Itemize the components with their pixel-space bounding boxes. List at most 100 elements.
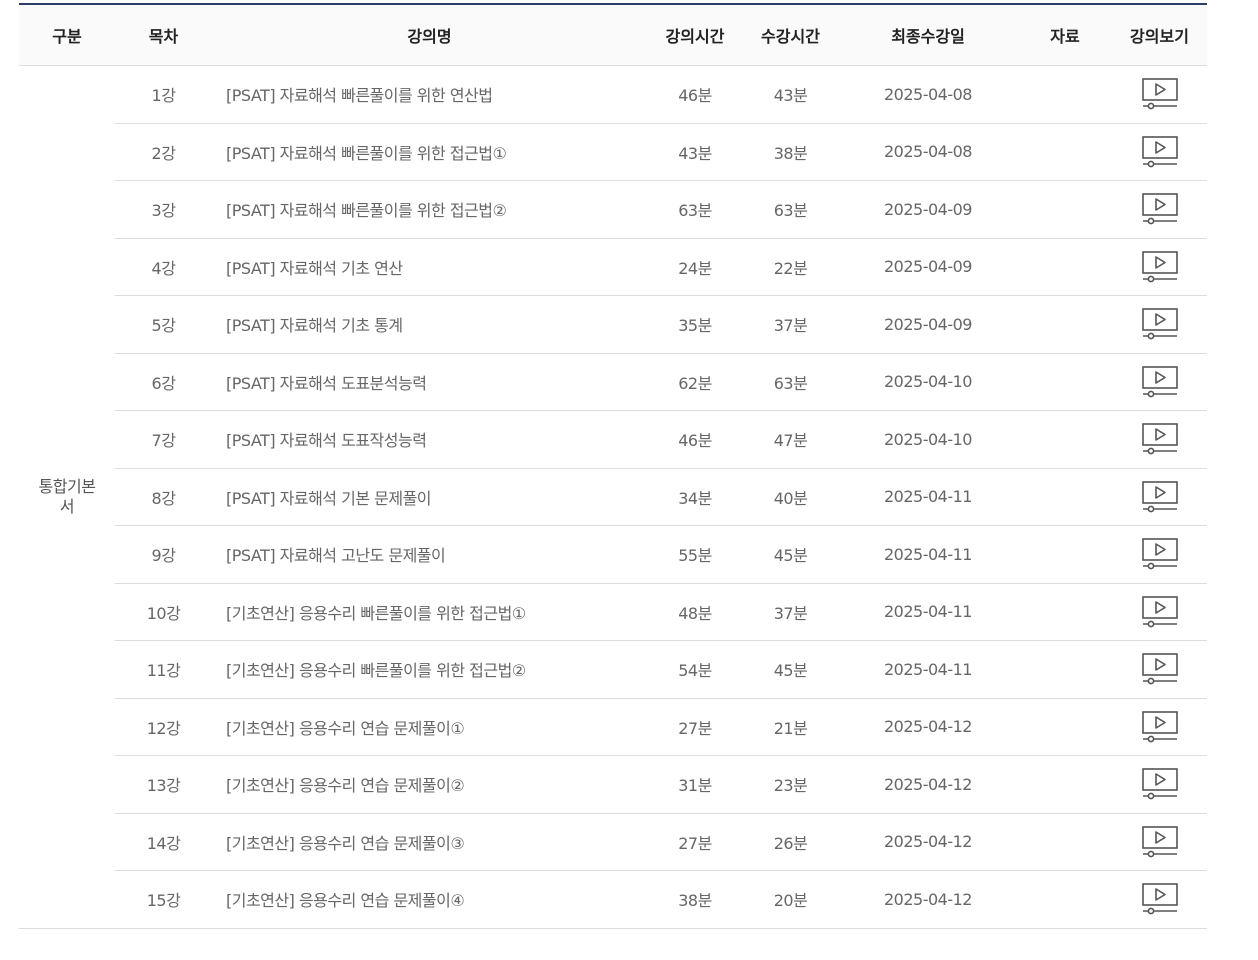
watch-time: 22분 — [743, 238, 838, 296]
lecture-title: [기초연산] 응용수리 연습 문제풀이④ — [212, 870, 647, 929]
materials-cell — [1018, 295, 1112, 354]
video-play-icon — [1141, 480, 1178, 513]
table-header-row: 구분 목차 강의명 강의시간 수강시간 최종수강일 자료 강의보기 — [19, 5, 1207, 66]
watch-time: 23분 — [743, 755, 838, 814]
lecture-index: 3강 — [115, 180, 212, 239]
lecture-time: 46분 — [647, 410, 743, 469]
lecture-time: 38분 — [647, 870, 743, 929]
view-lecture-button[interactable] — [1141, 250, 1179, 284]
view-cell — [1112, 295, 1207, 354]
header-lecture-time: 강의시간 — [647, 5, 743, 66]
table-row: 13강 [기초연산] 응용수리 연습 문제풀이② 31분 23분 2025-04-12 — [19, 755, 1207, 814]
table-row: 11강 [기초연산] 응용수리 빠른풀이를 위한 접근법② 54분 45분 2025-0… — [19, 640, 1207, 699]
table-row: 7강 [PSAT] 자료해석 도표작성능력 46분 47분 2025-04-10 — [19, 410, 1207, 469]
lecture-index: 6강 — [115, 353, 212, 411]
lecture-time: 62분 — [647, 353, 743, 411]
video-play-icon — [1141, 538, 1178, 570]
view-cell — [1112, 755, 1207, 814]
header-index: 목차 — [115, 5, 212, 66]
lecture-time: 24분 — [647, 238, 743, 296]
video-play-icon — [1141, 365, 1178, 398]
lecture-time: 43분 — [647, 123, 743, 181]
lecture-index: 4강 — [115, 238, 212, 296]
last-watch-date: 2025-04-11 — [838, 525, 1018, 584]
view-lecture-button[interactable] — [1141, 365, 1179, 399]
lecture-time: 31분 — [647, 755, 743, 814]
view-lecture-button[interactable] — [1141, 192, 1179, 226]
materials-cell — [1018, 870, 1112, 929]
last-watch-date: 2025-04-11 — [838, 640, 1018, 699]
materials-cell — [1018, 353, 1112, 411]
lecture-title: [PSAT] 자료해석 빠른풀이를 위한 접근법② — [212, 180, 647, 239]
last-watch-date: 2025-04-11 — [838, 468, 1018, 526]
lecture-index: 13강 — [115, 755, 212, 814]
header-last-date: 최종수강일 — [838, 5, 1018, 66]
watch-time: 63분 — [743, 180, 838, 239]
watch-time: 37분 — [743, 583, 838, 641]
view-lecture-button[interactable] — [1141, 135, 1179, 169]
materials-cell — [1018, 410, 1112, 469]
view-lecture-button[interactable] — [1141, 825, 1179, 859]
lecture-index: 5강 — [115, 295, 212, 354]
lecture-title: [PSAT] 자료해석 도표작성능력 — [212, 410, 647, 469]
lecture-index: 11강 — [115, 640, 212, 699]
last-watch-date: 2025-04-08 — [838, 65, 1018, 124]
materials-cell — [1018, 525, 1112, 584]
materials-cell — [1018, 640, 1112, 699]
lecture-title: [기초연산] 응용수리 연습 문제풀이① — [212, 698, 647, 756]
lecture-title: [기초연산] 응용수리 연습 문제풀이③ — [212, 813, 647, 871]
view-lecture-button[interactable] — [1141, 422, 1179, 456]
video-play-icon — [1141, 883, 1178, 915]
watch-time: 45분 — [743, 525, 838, 584]
last-watch-date: 2025-04-10 — [838, 410, 1018, 469]
lecture-title: [PSAT] 자료해석 빠른풀이를 위한 접근법① — [212, 123, 647, 181]
view-lecture-button[interactable] — [1141, 307, 1179, 341]
video-play-icon — [1141, 595, 1178, 628]
lecture-time: 46분 — [647, 65, 743, 124]
lecture-index: 7강 — [115, 410, 212, 469]
table-row: 5강 [PSAT] 자료해석 기초 통계 35분 37분 2025-04-09 — [19, 295, 1207, 354]
last-watch-date: 2025-04-10 — [838, 353, 1018, 411]
view-lecture-button[interactable] — [1141, 595, 1179, 629]
view-lecture-button[interactable] — [1141, 652, 1179, 686]
lecture-time: 27분 — [647, 698, 743, 756]
view-lecture-button[interactable] — [1141, 77, 1179, 111]
lecture-title: [PSAT] 자료해석 도표분석능력 — [212, 353, 647, 411]
last-watch-date: 2025-04-08 — [838, 123, 1018, 181]
table-body: 통합기본서 1강 [PSAT] 자료해석 빠른풀이를 위한 연산법 46분 43분 202… — [19, 65, 1207, 929]
lecture-title: [PSAT] 자료해석 기본 문제풀이 — [212, 468, 647, 526]
view-lecture-button[interactable] — [1141, 882, 1179, 916]
video-play-icon — [1141, 250, 1178, 283]
view-lecture-button[interactable] — [1141, 710, 1179, 744]
watch-time: 21분 — [743, 698, 838, 756]
watch-time: 40분 — [743, 468, 838, 526]
lecture-title: [기초연산] 응용수리 빠른풀이를 위한 접근법① — [212, 583, 647, 641]
materials-cell — [1018, 698, 1112, 756]
last-watch-date: 2025-04-09 — [838, 238, 1018, 296]
table-row: 14강 [기초연산] 응용수리 연습 문제풀이③ 27분 26분 2025-04-12 — [19, 813, 1207, 871]
watch-time: 26분 — [743, 813, 838, 871]
view-lecture-button[interactable] — [1141, 480, 1179, 514]
view-cell — [1112, 238, 1207, 296]
lecture-index: 14강 — [115, 813, 212, 871]
last-watch-date: 2025-04-09 — [838, 180, 1018, 239]
lecture-title: [기초연산] 응용수리 빠른풀이를 위한 접근법② — [212, 640, 647, 699]
lecture-time: 48분 — [647, 583, 743, 641]
materials-cell — [1018, 123, 1112, 181]
view-lecture-button[interactable] — [1141, 767, 1179, 801]
header-view: 강의보기 — [1112, 5, 1207, 66]
watch-time: 45분 — [743, 640, 838, 699]
last-watch-date: 2025-04-12 — [838, 813, 1018, 871]
lecture-title: [PSAT] 자료해석 기초 연산 — [212, 238, 647, 296]
header-title: 강의명 — [212, 5, 647, 66]
lecture-title: [기초연산] 응용수리 연습 문제풀이② — [212, 755, 647, 814]
table-row: 4강 [PSAT] 자료해석 기초 연산 24분 22분 2025-04-09 — [19, 238, 1207, 296]
last-watch-date: 2025-04-12 — [838, 755, 1018, 814]
view-cell — [1112, 468, 1207, 526]
view-cell — [1112, 698, 1207, 756]
last-watch-date: 2025-04-12 — [838, 698, 1018, 756]
table-row: 6강 [PSAT] 자료해석 도표분석능력 62분 63분 2025-04-10 — [19, 353, 1207, 411]
view-lecture-button[interactable] — [1141, 537, 1179, 571]
table-row: 12강 [기초연산] 응용수리 연습 문제풀이① 27분 21분 2025-04-12 — [19, 698, 1207, 756]
video-play-icon — [1141, 768, 1178, 800]
